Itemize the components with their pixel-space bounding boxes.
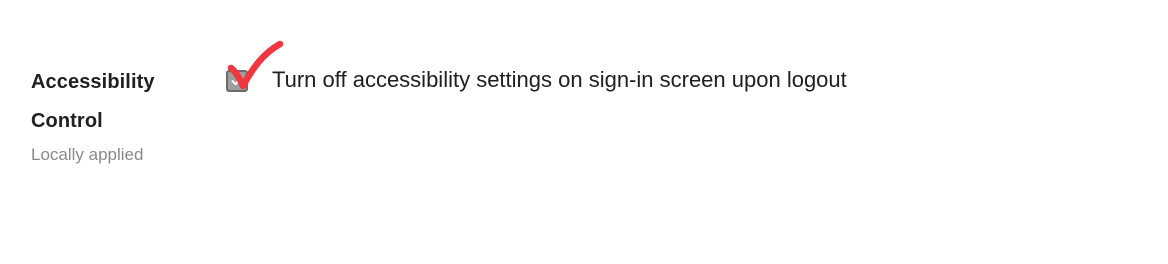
setting-title-line2: Control	[31, 110, 103, 132]
checkbox-label[interactable]: Turn off accessibility settings on sign-…	[272, 67, 847, 93]
accessibility-logout-checkbox-control[interactable]: Turn off accessibility settings on sign-…	[226, 58, 847, 102]
checkbox-checked-icon[interactable]	[226, 70, 248, 92]
setting-title: Accessibility Control	[31, 63, 216, 141]
setting-scope-label: Locally applied	[31, 145, 144, 164]
accessibility-control-setting: Accessibility Control Locally applied Tu…	[0, 0, 1168, 264]
setting-title-line1: Accessibility	[31, 71, 155, 93]
setting-label-group: Accessibility Control Locally applied	[31, 63, 216, 165]
